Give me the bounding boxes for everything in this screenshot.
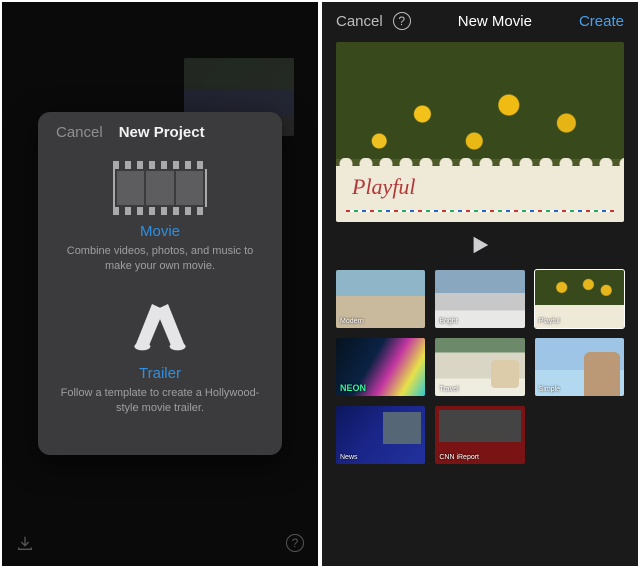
page-title: New Movie <box>458 13 532 30</box>
theme-neon[interactable]: NEON <box>336 338 425 396</box>
trailer-label: Trailer <box>56 357 264 386</box>
create-button[interactable]: Create <box>579 13 624 30</box>
filmstrip-icon <box>113 161 207 215</box>
theme-travel[interactable]: Travel <box>435 338 524 396</box>
preview-title-band: Playful <box>336 166 624 222</box>
spotlight-icon <box>120 299 200 357</box>
trailer-desc: Follow a template to create a Hollywood-… <box>56 386 264 417</box>
theme-bright[interactable]: Bright <box>435 270 524 328</box>
theme-preview[interactable]: Playful <box>336 42 624 222</box>
theme-grid: Modern Bright Playful NEON Travel Simple News C… <box>322 270 638 464</box>
left-screen: ●●●●● 10:43 AM ◧ ▸ ▮▮▮ Video Projects Th… <box>0 0 320 568</box>
theme-caption: CNN iReport <box>439 454 479 461</box>
trailer-option[interactable]: Trailer Follow a template to create a Ho… <box>56 293 264 435</box>
theme-modern[interactable]: Modern <box>336 270 425 328</box>
new-project-modal: Cancel New Project Movie Combine videos,… <box>38 112 282 455</box>
right-screen: Cancel ? New Movie Create Playful Modern… <box>320 0 640 568</box>
theme-caption: Travel <box>439 386 458 393</box>
theme-cnn-ireport[interactable]: CNN iReport <box>435 406 524 464</box>
help-icon[interactable]: ? <box>393 12 411 30</box>
play-button[interactable] <box>322 234 638 256</box>
movie-desc: Combine videos, photos, and music to mak… <box>56 244 264 275</box>
new-movie-header: Cancel ? New Movie Create <box>322 2 638 40</box>
movie-option[interactable]: Movie Combine videos, photos, and music … <box>56 155 264 293</box>
download-icon[interactable] <box>12 530 38 556</box>
cancel-button[interactable]: Cancel <box>56 124 103 141</box>
help-icon[interactable]: ? <box>282 530 308 556</box>
theme-playful[interactable]: Playful <box>535 270 624 328</box>
cancel-button[interactable]: Cancel <box>336 13 383 30</box>
preview-theme-name: Playful <box>352 174 416 200</box>
modal-title: New Project <box>119 124 205 141</box>
theme-news[interactable]: News <box>336 406 425 464</box>
theme-caption: NEON <box>340 383 366 393</box>
theme-caption: Modern <box>340 318 364 325</box>
theme-simple[interactable]: Simple <box>535 338 624 396</box>
theme-caption: Playful <box>539 318 560 325</box>
theme-caption: Bright <box>439 318 457 325</box>
movie-label: Movie <box>56 215 264 244</box>
theme-caption: Simple <box>539 386 560 393</box>
theme-caption: News <box>340 454 358 461</box>
modal-header: Cancel New Project <box>56 112 264 155</box>
